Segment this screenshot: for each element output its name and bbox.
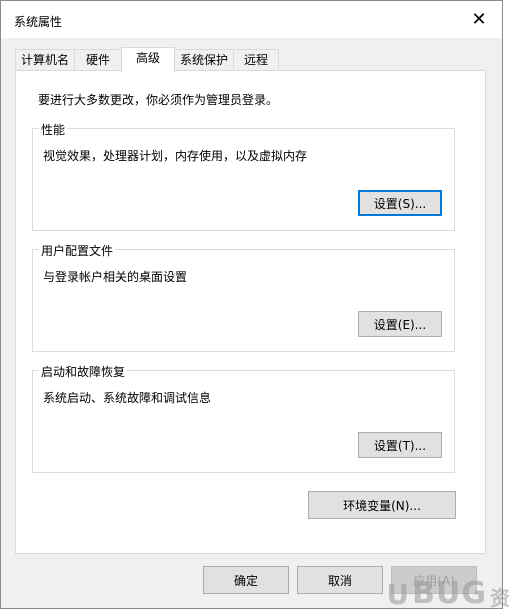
performance-settings-button[interactable]: 设置(S)... — [358, 190, 442, 216]
performance-group: 性能 视觉效果，处理器计划，内存使用，以及虚拟内存 设置(S)... — [32, 121, 455, 231]
user-profiles-description: 与登录帐户相关的桌面设置 — [43, 270, 188, 284]
tab-system-protection[interactable]: 系统保护 — [174, 49, 234, 71]
performance-title: 性能 — [39, 121, 68, 138]
close-icon[interactable]: ✕ — [456, 1, 502, 38]
window-title: 系统属性 — [14, 15, 63, 29]
startup-recovery-settings-button[interactable]: 设置(T)... — [358, 432, 442, 458]
tab-hardware[interactable]: 硬件 — [74, 49, 122, 71]
performance-description: 视觉效果，处理器计划，内存使用，以及虚拟内存 — [43, 149, 308, 163]
startup-recovery-group: 启动和故障恢复 系统启动、系统故障和调试信息 设置(T)... — [32, 363, 455, 473]
user-profiles-title: 用户配置文件 — [39, 242, 116, 259]
environment-variables-button[interactable]: 环境变量(N)... — [308, 491, 456, 519]
admin-note: 要进行大多数更改，你必须作为管理员登录。 — [38, 93, 279, 107]
title-bar: 系统属性 ✕ — [1, 1, 502, 38]
startup-recovery-description: 系统启动、系统故障和调试信息 — [43, 391, 212, 405]
startup-recovery-title: 启动和故障恢复 — [39, 363, 128, 380]
system-properties-dialog: 系统属性 ✕ 计算机名 硬件 高级 系统保护 远程 要进行大多数更改，你必须作为… — [0, 0, 503, 609]
cancel-button[interactable]: 取消 — [297, 566, 383, 594]
tab-remote[interactable]: 远程 — [233, 49, 279, 71]
advanced-tab-panel: 要进行大多数更改，你必须作为管理员登录。 性能 视觉效果，处理器计划，内存使用，… — [15, 70, 486, 554]
ok-button[interactable]: 确定 — [203, 566, 289, 594]
user-profiles-settings-button[interactable]: 设置(E)... — [358, 311, 442, 337]
tab-computer-name[interactable]: 计算机名 — [15, 49, 75, 71]
user-profiles-group: 用户配置文件 与登录帐户相关的桌面设置 设置(E)... — [32, 242, 455, 352]
tab-advanced[interactable]: 高级 — [121, 47, 175, 72]
apply-button[interactable]: 应用(A) — [391, 566, 477, 594]
